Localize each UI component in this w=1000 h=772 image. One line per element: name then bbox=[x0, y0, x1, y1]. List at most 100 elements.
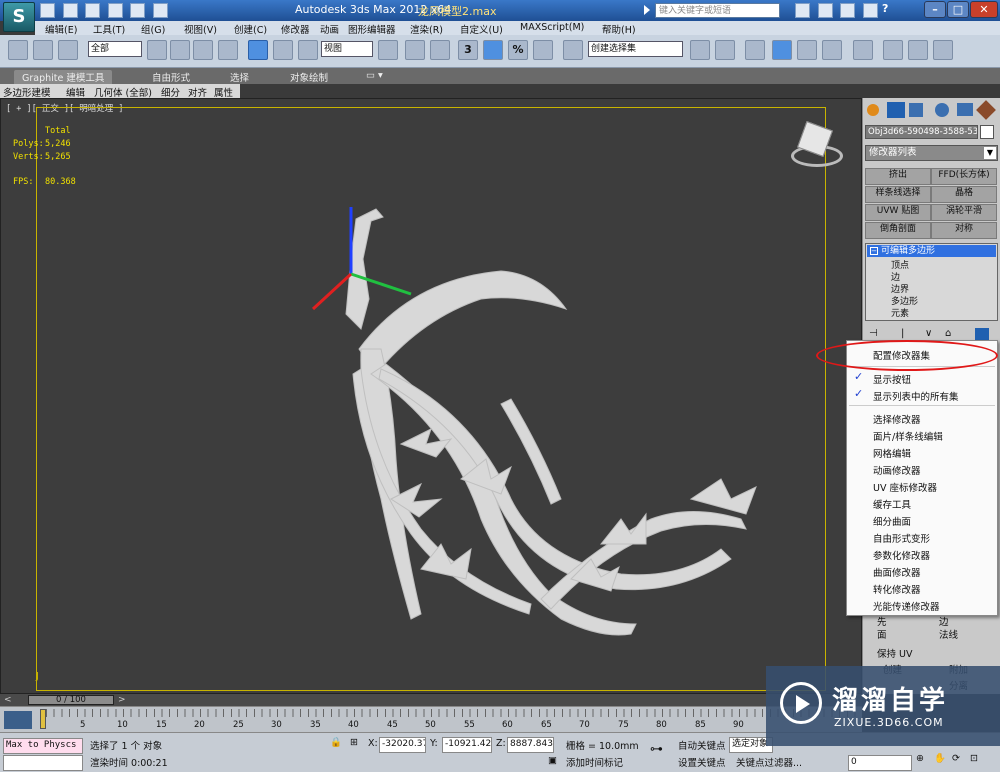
maxscript-listener-field[interactable]: Max to Physcs bbox=[3, 738, 83, 754]
object-name-field[interactable]: Obj3d66-590498-3588-538 bbox=[865, 125, 978, 139]
named-selection-set-dropdown[interactable]: 创建选择集 bbox=[588, 41, 683, 57]
minimize-button[interactable]: – bbox=[924, 1, 946, 18]
pivot-center-icon[interactable] bbox=[378, 40, 398, 60]
link-icon[interactable] bbox=[8, 40, 28, 60]
menu-item-parametric-modifiers[interactable]: 参数化修改器 bbox=[873, 548, 930, 562]
menu-item-show-buttons[interactable]: 显示按钮 bbox=[873, 372, 911, 386]
app-logo[interactable]: S bbox=[3, 2, 35, 32]
undo-icon[interactable] bbox=[107, 3, 123, 18]
render-setup-icon[interactable] bbox=[883, 40, 903, 60]
material-editor-icon[interactable] bbox=[853, 40, 873, 60]
ribbon-options-icon[interactable]: ▭ ▾ bbox=[366, 70, 383, 81]
mirror-icon[interactable] bbox=[690, 40, 710, 60]
rectangular-selection-icon[interactable] bbox=[193, 40, 213, 60]
chevron-down-icon[interactable]: ▼ bbox=[984, 147, 996, 159]
remove-modifier-icon[interactable]: ⌂ bbox=[945, 328, 951, 339]
percent-snap-icon[interactable]: % bbox=[508, 40, 528, 60]
quick-access-dropdown-icon[interactable] bbox=[152, 3, 168, 18]
z-coord-field[interactable]: 8887.843 bbox=[507, 737, 554, 753]
curve-editor-icon[interactable] bbox=[797, 40, 817, 60]
menu-item-patch-spline-editing[interactable]: 面片/样条线编辑 bbox=[873, 429, 943, 443]
save-file-icon[interactable] bbox=[85, 3, 100, 18]
select-by-name-icon[interactable] bbox=[170, 40, 190, 60]
align-icon[interactable] bbox=[715, 40, 735, 60]
menu-group[interactable]: 组(G) bbox=[141, 22, 165, 36]
tab-selection[interactable]: 选择 bbox=[230, 70, 249, 84]
tab-object-paint[interactable]: 对象绘制 bbox=[290, 70, 328, 84]
orbit-icon[interactable]: ⟳ bbox=[952, 753, 960, 764]
tab-graphite-modeling[interactable]: Graphite 建模工具 bbox=[14, 70, 113, 84]
menu-item-radiosity-modifiers[interactable]: 光能传递修改器 bbox=[873, 599, 940, 613]
close-button[interactable]: ✕ bbox=[970, 1, 998, 18]
time-slider[interactable]: < 0 / 100 > bbox=[0, 694, 862, 706]
tools-icon[interactable] bbox=[817, 3, 833, 18]
new-file-icon[interactable] bbox=[40, 3, 55, 18]
menu-item-mesh-editing[interactable]: 网格编辑 bbox=[873, 446, 911, 460]
stack-subitem-element[interactable]: 元素 bbox=[891, 306, 909, 319]
modifier-button-ffd-box[interactable]: FFD(长方体) bbox=[931, 168, 997, 185]
reference-coordinate-dropdown[interactable]: 视图 bbox=[321, 41, 373, 57]
bind-spacewarp-icon[interactable] bbox=[58, 40, 78, 60]
modifier-button-extrude[interactable]: 挤出 bbox=[865, 168, 931, 185]
subtab-subdivision[interactable]: 细分 bbox=[161, 85, 180, 99]
edit-named-selection-icon[interactable] bbox=[563, 40, 583, 60]
key-icon[interactable]: ⊶ bbox=[650, 742, 663, 757]
time-slider-thumb[interactable]: 0 / 100 bbox=[28, 695, 114, 705]
radio-normal[interactable]: 法线 bbox=[939, 627, 958, 641]
menu-maxscript[interactable]: MAXScript(M) bbox=[520, 22, 584, 33]
menu-item-subdivision-surfaces[interactable]: 细分曲面 bbox=[873, 514, 911, 528]
x-coord-field[interactable]: -32020.37 bbox=[379, 737, 426, 753]
make-unique-icon[interactable]: ∨ bbox=[925, 328, 932, 339]
subtab-edit[interactable]: 编辑 bbox=[66, 85, 85, 99]
phoenix-model[interactable] bbox=[301, 199, 781, 649]
current-frame-field[interactable]: 0 bbox=[848, 755, 912, 771]
time-next-icon[interactable]: > bbox=[118, 695, 126, 705]
keep-uv-checkbox[interactable]: 保持 UV bbox=[877, 646, 912, 660]
time-prev-icon[interactable]: < bbox=[4, 695, 12, 705]
select-manipulate-icon[interactable] bbox=[405, 40, 425, 60]
modifier-button-uvw-map[interactable]: UVW 贴图 bbox=[865, 204, 931, 221]
menu-item-uv-coordinate-modifiers[interactable]: UV 座标修改器 bbox=[873, 480, 937, 494]
menu-view[interactable]: 视图(V) bbox=[184, 22, 217, 36]
menu-item-animation-modifiers[interactable]: 动画修改器 bbox=[873, 463, 921, 477]
help-icon[interactable]: ? bbox=[882, 2, 888, 15]
menu-modifiers[interactable]: 修改器 bbox=[281, 22, 310, 36]
front-viewport[interactable]: [ + ][ 正交 ][ 明暗处理 ] Total Polys: 5,246 V… bbox=[0, 98, 862, 694]
menu-item-conversion-modifiers[interactable]: 转化修改器 bbox=[873, 582, 921, 596]
object-color-swatch[interactable] bbox=[980, 125, 994, 139]
track-bar[interactable]: 5 10 15 20 25 30 35 40 45 50 55 60 65 70… bbox=[0, 706, 862, 732]
window-crossing-icon[interactable] bbox=[218, 40, 238, 60]
modifier-button-spline-select[interactable]: 样条线选择 bbox=[865, 186, 931, 203]
spinner-snap-icon[interactable] bbox=[533, 40, 553, 60]
add-time-tag-icon[interactable]: ▣ bbox=[548, 755, 557, 766]
menu-item-cache-tools[interactable]: 缓存工具 bbox=[873, 497, 911, 511]
menu-item-show-all-sets[interactable]: 显示列表中的所有集 bbox=[873, 389, 959, 403]
zoom-icon[interactable]: ⊕ bbox=[916, 753, 924, 764]
binoculars-icon[interactable] bbox=[795, 3, 810, 18]
modifier-button-lattice[interactable]: 晶格 bbox=[931, 186, 997, 203]
menu-customize[interactable]: 自定义(U) bbox=[460, 22, 503, 36]
menu-help[interactable]: 帮助(H) bbox=[602, 22, 636, 36]
redo-icon[interactable] bbox=[130, 3, 145, 18]
favorite-star-icon[interactable] bbox=[862, 3, 878, 18]
subtab-poly-modeling[interactable]: 多边形建模 bbox=[3, 85, 51, 99]
stack-item-editable-poly[interactable]: − 可编辑多边形 bbox=[867, 245, 996, 257]
modifier-button-symmetry[interactable]: 对称 bbox=[931, 222, 997, 239]
radio-edge[interactable]: 边 bbox=[939, 614, 949, 628]
menu-graph-editors[interactable]: 图形编辑器 bbox=[348, 22, 396, 36]
motion-panel-icon[interactable] bbox=[935, 103, 949, 117]
rotate-icon[interactable] bbox=[273, 40, 293, 60]
open-file-icon[interactable] bbox=[62, 3, 78, 18]
menu-edit[interactable]: 编辑(E) bbox=[45, 22, 77, 36]
radio-face[interactable]: 面 bbox=[877, 627, 887, 641]
absolute-mode-icon[interactable]: ⊞ bbox=[350, 737, 358, 748]
move-icon[interactable] bbox=[248, 40, 268, 60]
angle-snap-icon[interactable] bbox=[483, 40, 503, 60]
modify-panel-icon[interactable] bbox=[887, 102, 905, 118]
maxscript-mini-listener[interactable] bbox=[3, 755, 83, 771]
key-filters-button[interactable]: 关键点过滤器... bbox=[736, 755, 802, 769]
display-panel-icon[interactable] bbox=[957, 103, 973, 116]
menu-tools[interactable]: 工具(T) bbox=[93, 22, 125, 36]
maximize-button[interactable]: □ bbox=[947, 1, 969, 18]
scale-icon[interactable] bbox=[298, 40, 318, 60]
